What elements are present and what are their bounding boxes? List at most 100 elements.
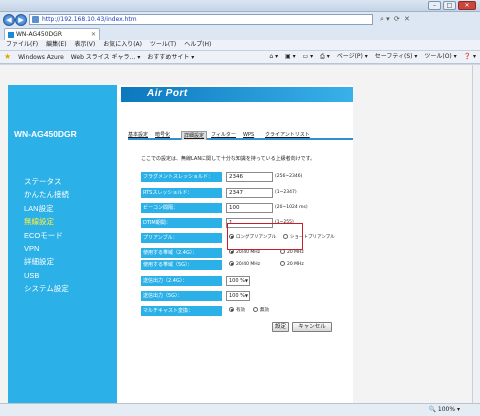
- home-icon[interactable]: ⌂ ▾: [269, 53, 278, 60]
- favorites-bar: ★ Windows Azure Web スライス ギャラ… ▾ おすすめサイト …: [0, 51, 480, 64]
- favorite-web-slice[interactable]: Web スライス ギャラ… ▾: [71, 52, 141, 64]
- favorites-star-icon[interactable]: ★: [4, 51, 11, 63]
- feeds-icon[interactable]: ▣ ▾: [285, 53, 296, 60]
- rts-hint: (1~2347): [275, 190, 297, 195]
- menu-view[interactable]: 表示(V): [74, 40, 95, 50]
- print-icon[interactable]: ⎙ ▾: [320, 53, 330, 60]
- favorite-suggested-sites[interactable]: おすすめサイト ▾: [147, 52, 194, 64]
- band24-2040-label: 20/40 MHz: [236, 250, 261, 255]
- power24-value: 100 %: [229, 278, 245, 284]
- back-arrow-icon[interactable]: ◀: [3, 14, 15, 26]
- menu-favorites[interactable]: お気に入り(A): [103, 40, 142, 50]
- power5-value: 100 %: [229, 293, 245, 299]
- power24-label: 送信出力（2.4G）：: [141, 276, 222, 286]
- favicon-icon: [8, 32, 14, 38]
- sidebar-item-advanced[interactable]: 詳細設定: [24, 255, 69, 268]
- band24-label: 使用する帯域（2.4G）：: [141, 248, 222, 258]
- airport-banner: Air Port: [121, 87, 353, 102]
- band5-20-option[interactable]: 20 MHz: [280, 260, 304, 270]
- sidebar-item-usb[interactable]: USB: [24, 269, 69, 282]
- menu-help[interactable]: ヘルプ(H): [184, 40, 211, 50]
- fragment-input[interactable]: 2346: [226, 172, 273, 182]
- preamble-label: プリアンブル：: [141, 233, 222, 243]
- tab-filter[interactable]: フィルター: [211, 131, 236, 140]
- sidebar: WN-AG450DGR ステータス かんたん接続 LAN設定 無線設定 ECOモ…: [8, 85, 117, 403]
- multicast-disable-option[interactable]: 無効: [253, 306, 269, 316]
- band5-2040-label: 20/40 MHz: [236, 262, 261, 267]
- vertical-scrollbar[interactable]: [472, 65, 480, 403]
- radio-icon[interactable]: [253, 307, 258, 312]
- search-dropdown-icon[interactable]: ⌕ ▾: [380, 15, 390, 24]
- power5-label: 送信出力（5G）：: [141, 291, 222, 301]
- forward-arrow-icon[interactable]: ▶: [15, 14, 27, 26]
- tab-advanced[interactable]: 詳細設定: [181, 131, 208, 140]
- menu-file[interactable]: ファイル(F): [6, 40, 38, 50]
- status-bar: 🔍 100% ▾: [0, 403, 480, 416]
- rts-label: RTSスレッショルド：: [141, 188, 222, 198]
- beacon-row: ビーコン間隔： 100 (20~1024 ms): [141, 203, 351, 213]
- airport-logo: Air Port: [147, 88, 188, 99]
- power24-row: 送信出力（2.4G）： 100 % ▼: [141, 276, 351, 286]
- product-name: WN-AG450DGR: [14, 129, 77, 139]
- description-text: ここでの設定は、無線LANに関して十分な知識を持っている上級者向けです。: [141, 156, 316, 162]
- multicast-enable-option[interactable]: 有効: [229, 306, 245, 316]
- minimize-button[interactable]: –: [428, 1, 441, 10]
- menu-edit[interactable]: 編集(E): [46, 40, 66, 50]
- favorite-windows-azure[interactable]: Windows Azure: [18, 52, 64, 64]
- page-content: WN-AG450DGR ステータス かんたん接続 LAN設定 無線設定 ECOモ…: [0, 65, 480, 403]
- sidebar-item-system[interactable]: システム設定: [24, 282, 69, 295]
- browser-tab[interactable]: WN-AG450DGR ✕: [4, 28, 100, 40]
- tab-wps[interactable]: WPS: [243, 131, 254, 140]
- band5-20-label: 20 MHz: [287, 262, 304, 267]
- tools-menu[interactable]: ツール(O) ▾: [424, 53, 456, 60]
- fragment-label: フラグメントスレッショルド：: [141, 172, 222, 182]
- band5-2040-option[interactable]: 20/40 MHz: [229, 260, 260, 270]
- close-window-button[interactable]: ✕: [458, 1, 476, 10]
- help-icon[interactable]: ❓ ▾: [464, 53, 476, 60]
- sidebar-item-easy-connect[interactable]: かんたん接続: [24, 188, 69, 201]
- refresh-icon[interactable]: ⟳: [394, 15, 400, 23]
- power5-select[interactable]: 100 % ▼: [226, 291, 250, 301]
- page-menu[interactable]: ページ(P) ▾: [337, 53, 368, 60]
- sidebar-item-vpn[interactable]: VPN: [24, 242, 69, 255]
- sidebar-item-status[interactable]: ステータス: [24, 175, 69, 188]
- tab-title: WN-AG450DGR: [16, 31, 62, 38]
- multicast-row: マルチキャスト変換： 有効 無効: [141, 306, 351, 316]
- command-bar: ⌂ ▾ ▣ ▾ ▭ ▾ ⎙ ▾ ページ(P) ▾ セーフティ(S) ▾ ツール(…: [264, 51, 476, 63]
- stop-icon[interactable]: ✕: [404, 15, 410, 23]
- tab-row: WN-AG450DGR ✕: [0, 28, 480, 40]
- maximize-button[interactable]: □: [443, 1, 456, 10]
- sidebar-item-lan[interactable]: LAN設定: [24, 202, 69, 215]
- radio-selected-icon[interactable]: [229, 261, 234, 266]
- dtim-label: DTIM期間：: [141, 218, 222, 228]
- tab-encryption[interactable]: 暗号化: [155, 131, 170, 140]
- rts-input[interactable]: 2347: [226, 188, 273, 198]
- sidebar-item-eco[interactable]: ECOモード: [24, 229, 69, 242]
- tab-close-icon[interactable]: ✕: [91, 29, 96, 40]
- multicast-label: マルチキャスト変換：: [141, 306, 222, 316]
- power5-row: 送信出力（5G）： 100 % ▼: [141, 291, 351, 301]
- multicast-enable-label: 有効: [236, 308, 245, 313]
- tab-basic[interactable]: 基本設定: [128, 131, 148, 140]
- bandwidth-highlight-box: [227, 223, 303, 250]
- safety-menu[interactable]: セーフティ(S) ▾: [375, 53, 418, 60]
- button-row: 設定 キャンセル: [141, 322, 351, 332]
- address-row: ◀ ▶ http://192.168.10.43/index.htm ⌕ ▾ ⟳…: [0, 12, 480, 28]
- address-bar[interactable]: http://192.168.10.43/index.htm: [29, 14, 373, 25]
- zoom-control[interactable]: 🔍 100% ▾: [429, 406, 460, 413]
- page-icon: [32, 16, 39, 23]
- radio-icon[interactable]: [280, 261, 285, 266]
- menu-tools[interactable]: ツール(T): [150, 40, 176, 50]
- mail-icon[interactable]: ▭ ▾: [303, 53, 314, 60]
- beacon-label: ビーコン間隔：: [141, 203, 222, 213]
- radio-selected-icon[interactable]: [229, 307, 234, 312]
- address-url: http://192.168.10.43/index.htm: [42, 16, 137, 23]
- sidebar-item-wireless[interactable]: 無線設定: [24, 215, 69, 228]
- cancel-button[interactable]: キャンセル: [292, 322, 332, 332]
- dropdown-arrow-icon: ▼: [244, 278, 248, 283]
- power24-select[interactable]: 100 % ▼: [226, 276, 250, 286]
- apply-button[interactable]: 設定: [272, 322, 289, 332]
- multicast-disable-label: 無効: [260, 308, 269, 313]
- tab-client-list[interactable]: クライアントリスト: [265, 131, 310, 140]
- beacon-input[interactable]: 100: [226, 203, 273, 213]
